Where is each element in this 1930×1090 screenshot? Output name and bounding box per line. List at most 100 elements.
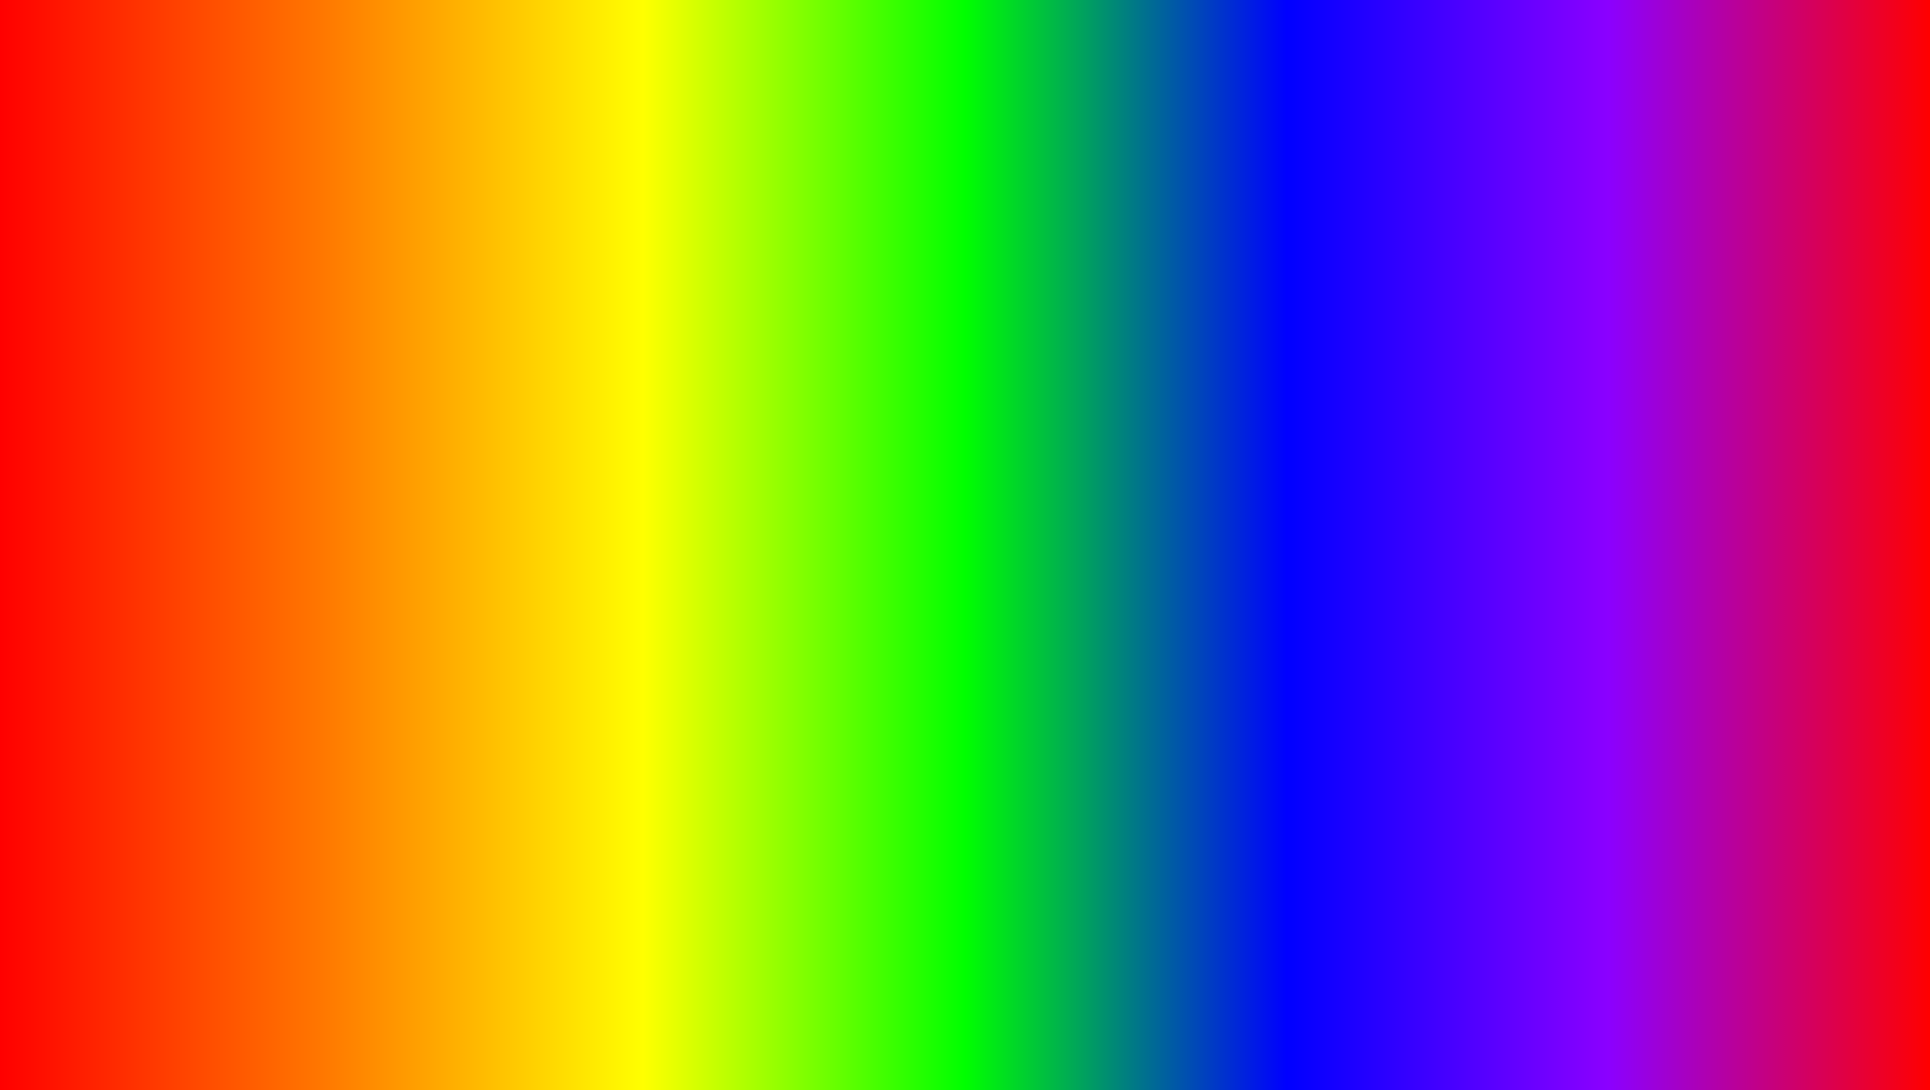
settings-title: Settings — [521, 339, 935, 351]
skill-v-label: Skill V | สกิล 3 — [1442, 416, 1502, 430]
divider-1 — [1426, 435, 1840, 436]
auto-farm-boss-label: Auto Farm Boss | อัตโนมัติบอส — [995, 501, 1125, 515]
bottom-pastebin: PASTEBIN — [1227, 974, 1550, 1043]
left-col-settings: Settings Select FastAttack | เลือกโหมดเร… — [513, 331, 943, 522]
right-panel-header: ⚡ Z Main Dungeon — [987, 302, 1848, 331]
mastery-settings-title-left: Mastery Settings — [521, 497, 935, 509]
distance-value: 30 — [1815, 440, 1840, 451]
skill-c-row: ✓ Skill C | สกิล ถ — [1426, 397, 1840, 411]
tab-main-right[interactable]: Main — [1744, 308, 1782, 325]
skill-x-row: ✓ Skill X | สกิล เอ็ก — [1426, 378, 1840, 392]
auto-farm-label: Auto Farm | ฟาร์มแบบอัตโนมัติ — [106, 359, 234, 373]
auto-haki-label: Auto Haki | เปิดฮากิ — [537, 420, 619, 434]
auto-third-world-row: Auto Third World | อัตโนมัติโลก3 — [90, 457, 504, 471]
skill-z-row: ✓ Skill Z | สกิล แอว — [1426, 359, 1840, 373]
chest-tp-label: Auto Farm Chest TP | อัตโนมัติเก็บกล่องแ… — [995, 358, 1185, 372]
chest-tp-row: Auto Farm Chest TP | อัตโนมัติเก็บกล่องแ… — [995, 358, 1409, 372]
distance-slider[interactable] — [1492, 444, 1809, 448]
healthms-label: HealthMs — [1426, 457, 1486, 468]
tab-dungeon-right[interactable]: Dungeon — [1783, 308, 1840, 325]
auto-new-world-checkbox[interactable] — [90, 439, 102, 451]
auto-farm-row: ✓ Auto Farm | ฟาร์มแบบอัตโนมัติ — [90, 359, 504, 373]
left-panel-body: AutoFarm ✓ Auto Farm | ฟาร์มแบบอัตโนมัติ… — [82, 331, 943, 522]
auto-farm-chest-tween-label: Auto Farm Chest Tween | อัตโนมัติเก็บกล่… — [106, 494, 313, 508]
bottom-auto-farm: AUTO FARM — [380, 957, 949, 1060]
healthms-slider-row: HealthMs 45 — [1426, 457, 1840, 468]
auto-farm-fast-checkbox[interactable] — [90, 379, 102, 391]
left-panel-icon: ⚡ — [90, 306, 110, 326]
farm-mastery-label: Auto Farm Mastery | อัตโนมัติฟาร์มมาเตอร… — [995, 395, 1175, 409]
main-title: BLOX FRUITS — [0, 20, 1930, 170]
panels-container: ⚡ Zee H Main Dungeon AutoFarm ✓ Auto Far… — [80, 300, 1850, 549]
fast-attack-row: ✓ Fast Attack | โจมตีเร็วเร็ว — [521, 382, 935, 396]
left-panel-tabs: Main Dungeon — [839, 308, 935, 325]
white-screen-label: White Screen | จอขาว — [537, 458, 632, 472]
black-screen-row: Black Screen | จอดำ — [521, 439, 935, 453]
tab-dungeon-left[interactable]: Dungeon — [878, 308, 935, 325]
select-weapon-label: Select Weapon | เลือกอาวุธ : Melee — [90, 399, 238, 413]
white-screen-row: White Screen | จอขาว — [521, 458, 935, 472]
right-panel-body: Auto Farm Chest Tween | อัตโนมัติเก็บกล่… — [987, 331, 1848, 547]
skill-c-checkbox[interactable]: ✓ — [1426, 398, 1438, 410]
auto-farm-checkbox[interactable]: ✓ — [90, 360, 102, 372]
logo-blx: BLX — [1731, 966, 1787, 998]
select-fast-attack-label: Select FastAttack | เลือกโหมดเร็ว : Mobi… — [521, 361, 687, 375]
distance-label: Distance — [1426, 440, 1486, 451]
bottom-script: SCRIPT — [969, 974, 1207, 1043]
bring-monster-checkbox[interactable]: ✓ — [521, 402, 533, 414]
weapon-dropdown[interactable]: Melee — [242, 397, 504, 415]
skill-x-checkbox[interactable]: ✓ — [1426, 379, 1438, 391]
black-screen-label: Black Screen | จอดำ — [537, 439, 626, 453]
title-blox: BLOX — [488, 22, 881, 168]
farm-mastery-gun-label: AutoFarm Mastery Gun | อัตโนมัติฟาร์มยิง… — [995, 414, 1183, 428]
black-screen-checkbox[interactable] — [521, 440, 533, 452]
auto-farm-fast-label: Auto Farm Fast | ฟาร์มน้ำหนักกับกระสองฝ้… — [106, 378, 286, 392]
select-boss-label: Select Boss | เลือกบอส : — [995, 453, 1097, 467]
auto-rejoin-row: ✓ Auto Rejoin | โอนตะเจ้าใข้ใหม่ — [521, 477, 935, 491]
auto-farm-chest-tween-checkbox[interactable] — [90, 495, 102, 507]
skill-c-label: Skill C | สกิล ถ — [1442, 397, 1503, 411]
auto-farm-chest-tween-row: Auto Farm Chest Tween | อัตโนมัติเก็บกล่… — [90, 494, 504, 508]
auto-third-world-checkbox[interactable] — [90, 458, 102, 470]
skill-x-label: Skill X | สกิล เอ็ก — [1442, 378, 1511, 392]
farm-mastery-gun-row: AutoFarm Mastery Gun | อัตโนมัติฟาร์มยิง… — [995, 414, 1409, 428]
select-weapon-row: Select Weapon | เลือกอาวุธ : Melee Melee — [90, 397, 504, 415]
auto-new-world-row: Auto New World | อัตโนมัติโลก2 — [90, 438, 504, 452]
auto-farm-fast-row: Auto Farm Fast | ฟาร์มน้ำหนักกับกระสองฝ้… — [90, 378, 504, 392]
tab-main-left[interactable]: Main — [839, 308, 877, 325]
left-panel-title: Zee H — [118, 310, 831, 322]
boss-dropdown[interactable]: Select Boss — [1101, 451, 1409, 469]
left-panel: ⚡ Zee H Main Dungeon AutoFarm ✓ Auto Far… — [80, 300, 945, 549]
white-screen-checkbox[interactable] — [521, 459, 533, 471]
logo-circle: ☠ — [1719, 886, 1799, 966]
healthms-slider[interactable] — [1492, 461, 1809, 465]
skill-v-row: ✓ Skill V | สกิล 3 — [1426, 416, 1840, 430]
right-panel-icon: ⚡ — [995, 306, 1015, 326]
auto-farm-boss-title: Auto Farm Boss — [995, 434, 1409, 446]
chest-tween-row: Auto Farm Chest Tween | อัตโนมัติเก็บกล่… — [995, 339, 1409, 353]
auto-rejoin-label: Auto Rejoin | โอนตะเจ้าใข้ใหม่ — [537, 477, 664, 491]
logo-skull-icon: ☠ — [1743, 905, 1775, 947]
skill-z-label: Skill Z | สกิล แอว — [1442, 359, 1513, 373]
bring-monster-label: Bring Monster | ดึงมอน — [537, 401, 635, 415]
skill-z-checkbox[interactable]: ✓ — [1426, 360, 1438, 372]
select-boss-row: Select Boss | เลือกบอส : Select Boss — [995, 451, 1409, 469]
farm-mastery-row: Auto Farm Mastery | อัตโนมัติฟาร์มมาเตอร… — [995, 395, 1409, 409]
logo-text: BLX FRUITS — [1709, 966, 1810, 1030]
refresh-boss-button[interactable]: Refresh Boss | รีเซ็ตบอส — [995, 474, 1409, 497]
auto-third-world-label: Auto Third World | อัตโนมัติโลก3 — [106, 457, 244, 471]
fast-attack-label: Fast Attack | โจมตีเร็วเร็ว — [537, 382, 642, 396]
auto-farm-boss-quest-row: Auto Farm Boss Quest | อัตโนมัติบอสสตาทค… — [995, 520, 1409, 534]
auto-rejoin-checkbox[interactable]: ✓ — [521, 478, 533, 490]
skill-v-checkbox[interactable]: ✓ — [1426, 417, 1438, 429]
auto-farm-boss-row: Auto Farm Boss | อัตโนมัติบอส — [995, 501, 1409, 515]
bring-monster-row: ✓ Bring Monster | ดึงมอน — [521, 401, 935, 415]
fast-attack-checkbox[interactable]: ✓ — [521, 383, 533, 395]
fast-attack-dropdown[interactable]: Mobile — [691, 359, 935, 377]
auto-haki-checkbox[interactable]: ✓ — [521, 421, 533, 433]
other-title: Other — [1426, 481, 1840, 493]
left-panel-header: ⚡ Zee H Main Dungeon — [82, 302, 943, 331]
divider-2 — [1426, 474, 1840, 475]
blox-fruits-logo: ☠ BLX FRUITS — [1709, 886, 1810, 1030]
distance-slider-row: Distance 30 — [1426, 440, 1840, 451]
